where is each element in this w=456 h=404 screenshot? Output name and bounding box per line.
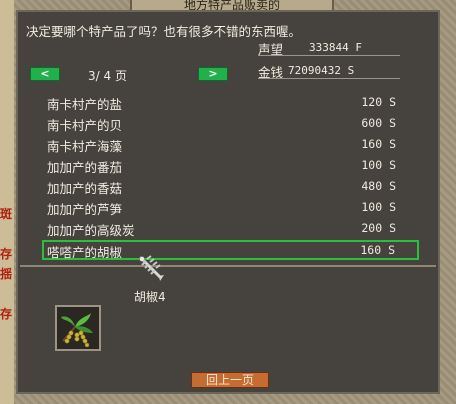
- prompt-text: 决定要哪个特产品了吗？也有很多不错的东西喔。: [26, 24, 302, 39]
- stat-divider: [258, 55, 400, 56]
- selected-item-name: 胡椒4: [134, 290, 166, 304]
- list-item[interactable]: 加加产的番茄 100 S: [44, 156, 400, 176]
- list-item[interactable]: 加加产的高级炭 200 S: [44, 219, 400, 239]
- side-char: 存: [0, 247, 13, 261]
- page-indicator: 3/ 4 页: [88, 69, 127, 83]
- item-price: 100 S: [361, 200, 396, 214]
- fishbone-cursor-icon: [139, 255, 164, 281]
- item-name: 南卡村产海藻: [47, 139, 123, 154]
- item-name: 嗒嗒产的胡椒: [47, 245, 123, 260]
- item-price: 200 S: [361, 221, 396, 235]
- background-strip: 斑 存 揺 存: [0, 0, 14, 404]
- item-price: 100 S: [361, 158, 396, 172]
- list-item[interactable]: 南卡村产的盐 120 S: [44, 93, 400, 113]
- list-item[interactable]: 加加产的香菇 480 S: [44, 177, 400, 197]
- item-price: 160 S: [361, 137, 396, 151]
- side-char: 揺: [0, 267, 13, 281]
- list-item[interactable]: 南卡村产海藻 160 S: [44, 135, 400, 155]
- item-price: 480 S: [361, 179, 396, 193]
- section-divider: [20, 265, 436, 267]
- item-price: 600 S: [361, 116, 396, 130]
- side-char: 斑: [0, 207, 13, 221]
- side-char: 存: [0, 307, 13, 321]
- list-item-selected[interactable]: 嗒嗒产的胡椒 160 S: [42, 240, 419, 260]
- item-name: 加加产的高级炭: [47, 223, 135, 238]
- reputation-value: 333844 F: [309, 41, 362, 54]
- item-name: 南卡村产的贝: [47, 118, 123, 133]
- item-price: 120 S: [361, 95, 396, 109]
- item-slot[interactable]: [55, 305, 101, 351]
- item-name: 南卡村产的盐: [47, 97, 123, 112]
- money-value: 72090432 S: [288, 64, 355, 77]
- back-button[interactable]: 回上一页: [191, 372, 269, 388]
- list-item[interactable]: 南卡村产的贝 600 S: [44, 114, 400, 134]
- pepper-plant-icon: [61, 313, 93, 348]
- item-name: 加加产的香菇: [47, 181, 123, 196]
- item-name: 加加产的芦笋: [47, 202, 123, 217]
- item-price: 160 S: [360, 243, 395, 257]
- list-item[interactable]: 加加产的芦笋 100 S: [44, 198, 400, 218]
- next-page-button[interactable]: >: [198, 67, 228, 81]
- item-name: 加加产的番茄: [47, 160, 123, 175]
- prev-page-button[interactable]: <: [30, 67, 60, 81]
- stat-divider: [258, 78, 400, 79]
